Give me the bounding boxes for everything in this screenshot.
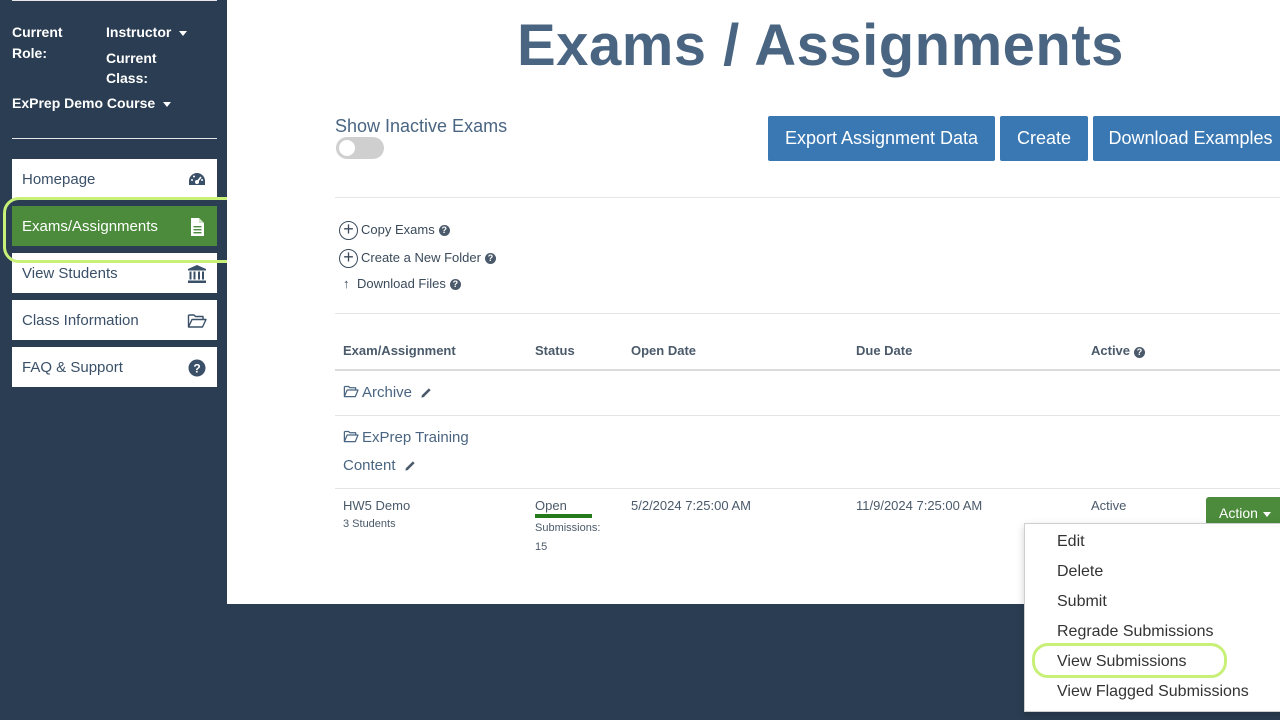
sidebar-item-label: Exams/Assignments xyxy=(22,218,158,235)
download-files-label: Download Files xyxy=(357,276,446,291)
institution-icon xyxy=(188,265,206,283)
chevron-down-icon xyxy=(179,30,188,36)
status-indicator-bar xyxy=(535,514,592,518)
folder-name: Archive xyxy=(362,384,413,401)
help-icon[interactable]: ? xyxy=(449,279,461,290)
sidebar-item-label: View Students xyxy=(22,265,118,282)
show-inactive-label: Show Inactive Exams xyxy=(335,116,508,136)
column-header-due-date[interactable]: Due Date xyxy=(856,343,912,358)
class-value: ExPrep Demo Course xyxy=(12,95,156,111)
chevron-down-icon xyxy=(163,101,172,107)
folder-exprep-training[interactable]: ExPrep Training xyxy=(343,429,469,446)
plus-circle-icon: + xyxy=(339,248,358,268)
folder-exprep-training-line2[interactable]: Content xyxy=(343,457,420,474)
create-folder-link[interactable]: + Create a New Folder? xyxy=(339,248,496,268)
sidebar-top-divider xyxy=(12,0,217,1)
folder-name-line2: Content xyxy=(343,457,396,474)
active-status: Active xyxy=(1091,498,1127,513)
copy-exams-link[interactable]: + Copy Exams? xyxy=(339,220,450,240)
current-class-label: Current Class: xyxy=(106,50,157,86)
toggle-knob xyxy=(339,140,355,156)
help-icon[interactable]: ? xyxy=(1134,347,1146,358)
due-date: 11/9/2024 7:25:00 AM xyxy=(856,498,983,513)
document-icon xyxy=(191,218,204,236)
role-dropdown[interactable]: Instructor xyxy=(106,22,188,43)
sidebar-divider xyxy=(12,138,217,139)
sidebar-item-label: Homepage xyxy=(22,171,96,188)
show-inactive-toggle[interactable] xyxy=(336,137,384,159)
sidebar: Current Role: Instructor Current Class: … xyxy=(0,0,245,720)
folder-open-icon xyxy=(187,314,207,328)
role-value: Instructor xyxy=(106,24,172,40)
sidebar-item-label: FAQ & Support xyxy=(22,359,123,376)
dashboard-icon xyxy=(189,173,205,185)
menu-item-edit[interactable]: Edit xyxy=(1057,533,1085,551)
divider xyxy=(335,313,1280,314)
status-text: Open xyxy=(535,498,567,513)
pencil-icon[interactable] xyxy=(420,386,433,399)
create-folder-label: Create a New Folder xyxy=(361,249,481,265)
menu-item-delete[interactable]: Delete xyxy=(1057,563,1103,581)
arrow-up-icon: ↑ xyxy=(343,276,350,291)
sidebar-item-view-students[interactable]: View Students xyxy=(12,253,217,293)
menu-item-view-submissions[interactable]: View Submissions xyxy=(1057,653,1187,671)
current-role-label: Current Role: xyxy=(12,24,63,61)
column-header-active[interactable]: Active? xyxy=(1091,343,1146,358)
download-examples-button[interactable]: Download Examples xyxy=(1093,116,1280,161)
action-dropdown-menu: Edit Delete Submit Regrade Submissions V… xyxy=(1024,523,1280,712)
submissions-label: Submissions: xyxy=(535,522,601,534)
folder-name-line1: ExPrep Training xyxy=(362,429,469,446)
page-title: Exams / Assignments xyxy=(517,13,1124,78)
table-header-divider xyxy=(335,369,1280,371)
open-date: 5/2/2024 7:25:00 AM xyxy=(631,498,751,513)
download-files-link[interactable]: ↑ Download Files? xyxy=(343,276,461,291)
menu-item-submit[interactable]: Submit xyxy=(1057,593,1107,611)
action-label: Action xyxy=(1219,505,1258,521)
column-header-status[interactable]: Status xyxy=(535,343,575,358)
svg-text:?: ? xyxy=(193,362,200,376)
class-dropdown[interactable]: ExPrep Demo Course xyxy=(12,94,172,112)
chevron-down-icon xyxy=(1262,511,1271,517)
row-divider xyxy=(335,415,1280,416)
sidebar-item-faq-support[interactable]: FAQ & Support ? xyxy=(12,347,217,387)
pencil-icon[interactable] xyxy=(404,459,417,472)
help-icon[interactable]: ? xyxy=(438,224,450,236)
sidebar-item-label: Class Information xyxy=(22,312,139,329)
submissions-count: 15 xyxy=(535,541,548,553)
question-circle-icon: ? xyxy=(188,359,206,377)
row-divider xyxy=(335,488,1280,489)
menu-item-regrade-submissions[interactable]: Regrade Submissions xyxy=(1057,623,1214,641)
folder-open-icon xyxy=(343,430,359,443)
main-content: Exams / Assignments Show Inactive Exams … xyxy=(227,0,1280,604)
help-icon[interactable]: ? xyxy=(484,252,496,264)
column-header-active-label: Active xyxy=(1091,343,1131,358)
column-header-exam[interactable]: Exam/Assignment xyxy=(343,343,456,358)
divider xyxy=(335,197,1280,198)
sidebar-item-homepage[interactable]: Homepage xyxy=(12,159,217,199)
column-header-open-date[interactable]: Open Date xyxy=(631,343,696,358)
sidebar-item-exams-assignments[interactable]: Exams/Assignments xyxy=(12,206,217,246)
menu-item-view-flagged-submissions[interactable]: View Flagged Submissions xyxy=(1057,683,1249,701)
exam-name-link[interactable]: HW5 Demo xyxy=(343,498,410,513)
student-count: 3 Students xyxy=(343,518,396,530)
copy-exams-label: Copy Exams xyxy=(361,221,435,237)
folder-archive[interactable]: Archive xyxy=(343,384,436,401)
sidebar-item-class-information[interactable]: Class Information xyxy=(12,300,217,340)
plus-circle-icon: + xyxy=(339,220,358,240)
folder-open-icon xyxy=(343,385,359,398)
create-button[interactable]: Create xyxy=(1000,116,1088,161)
export-assignment-data-button[interactable]: Export Assignment Data xyxy=(768,116,995,161)
